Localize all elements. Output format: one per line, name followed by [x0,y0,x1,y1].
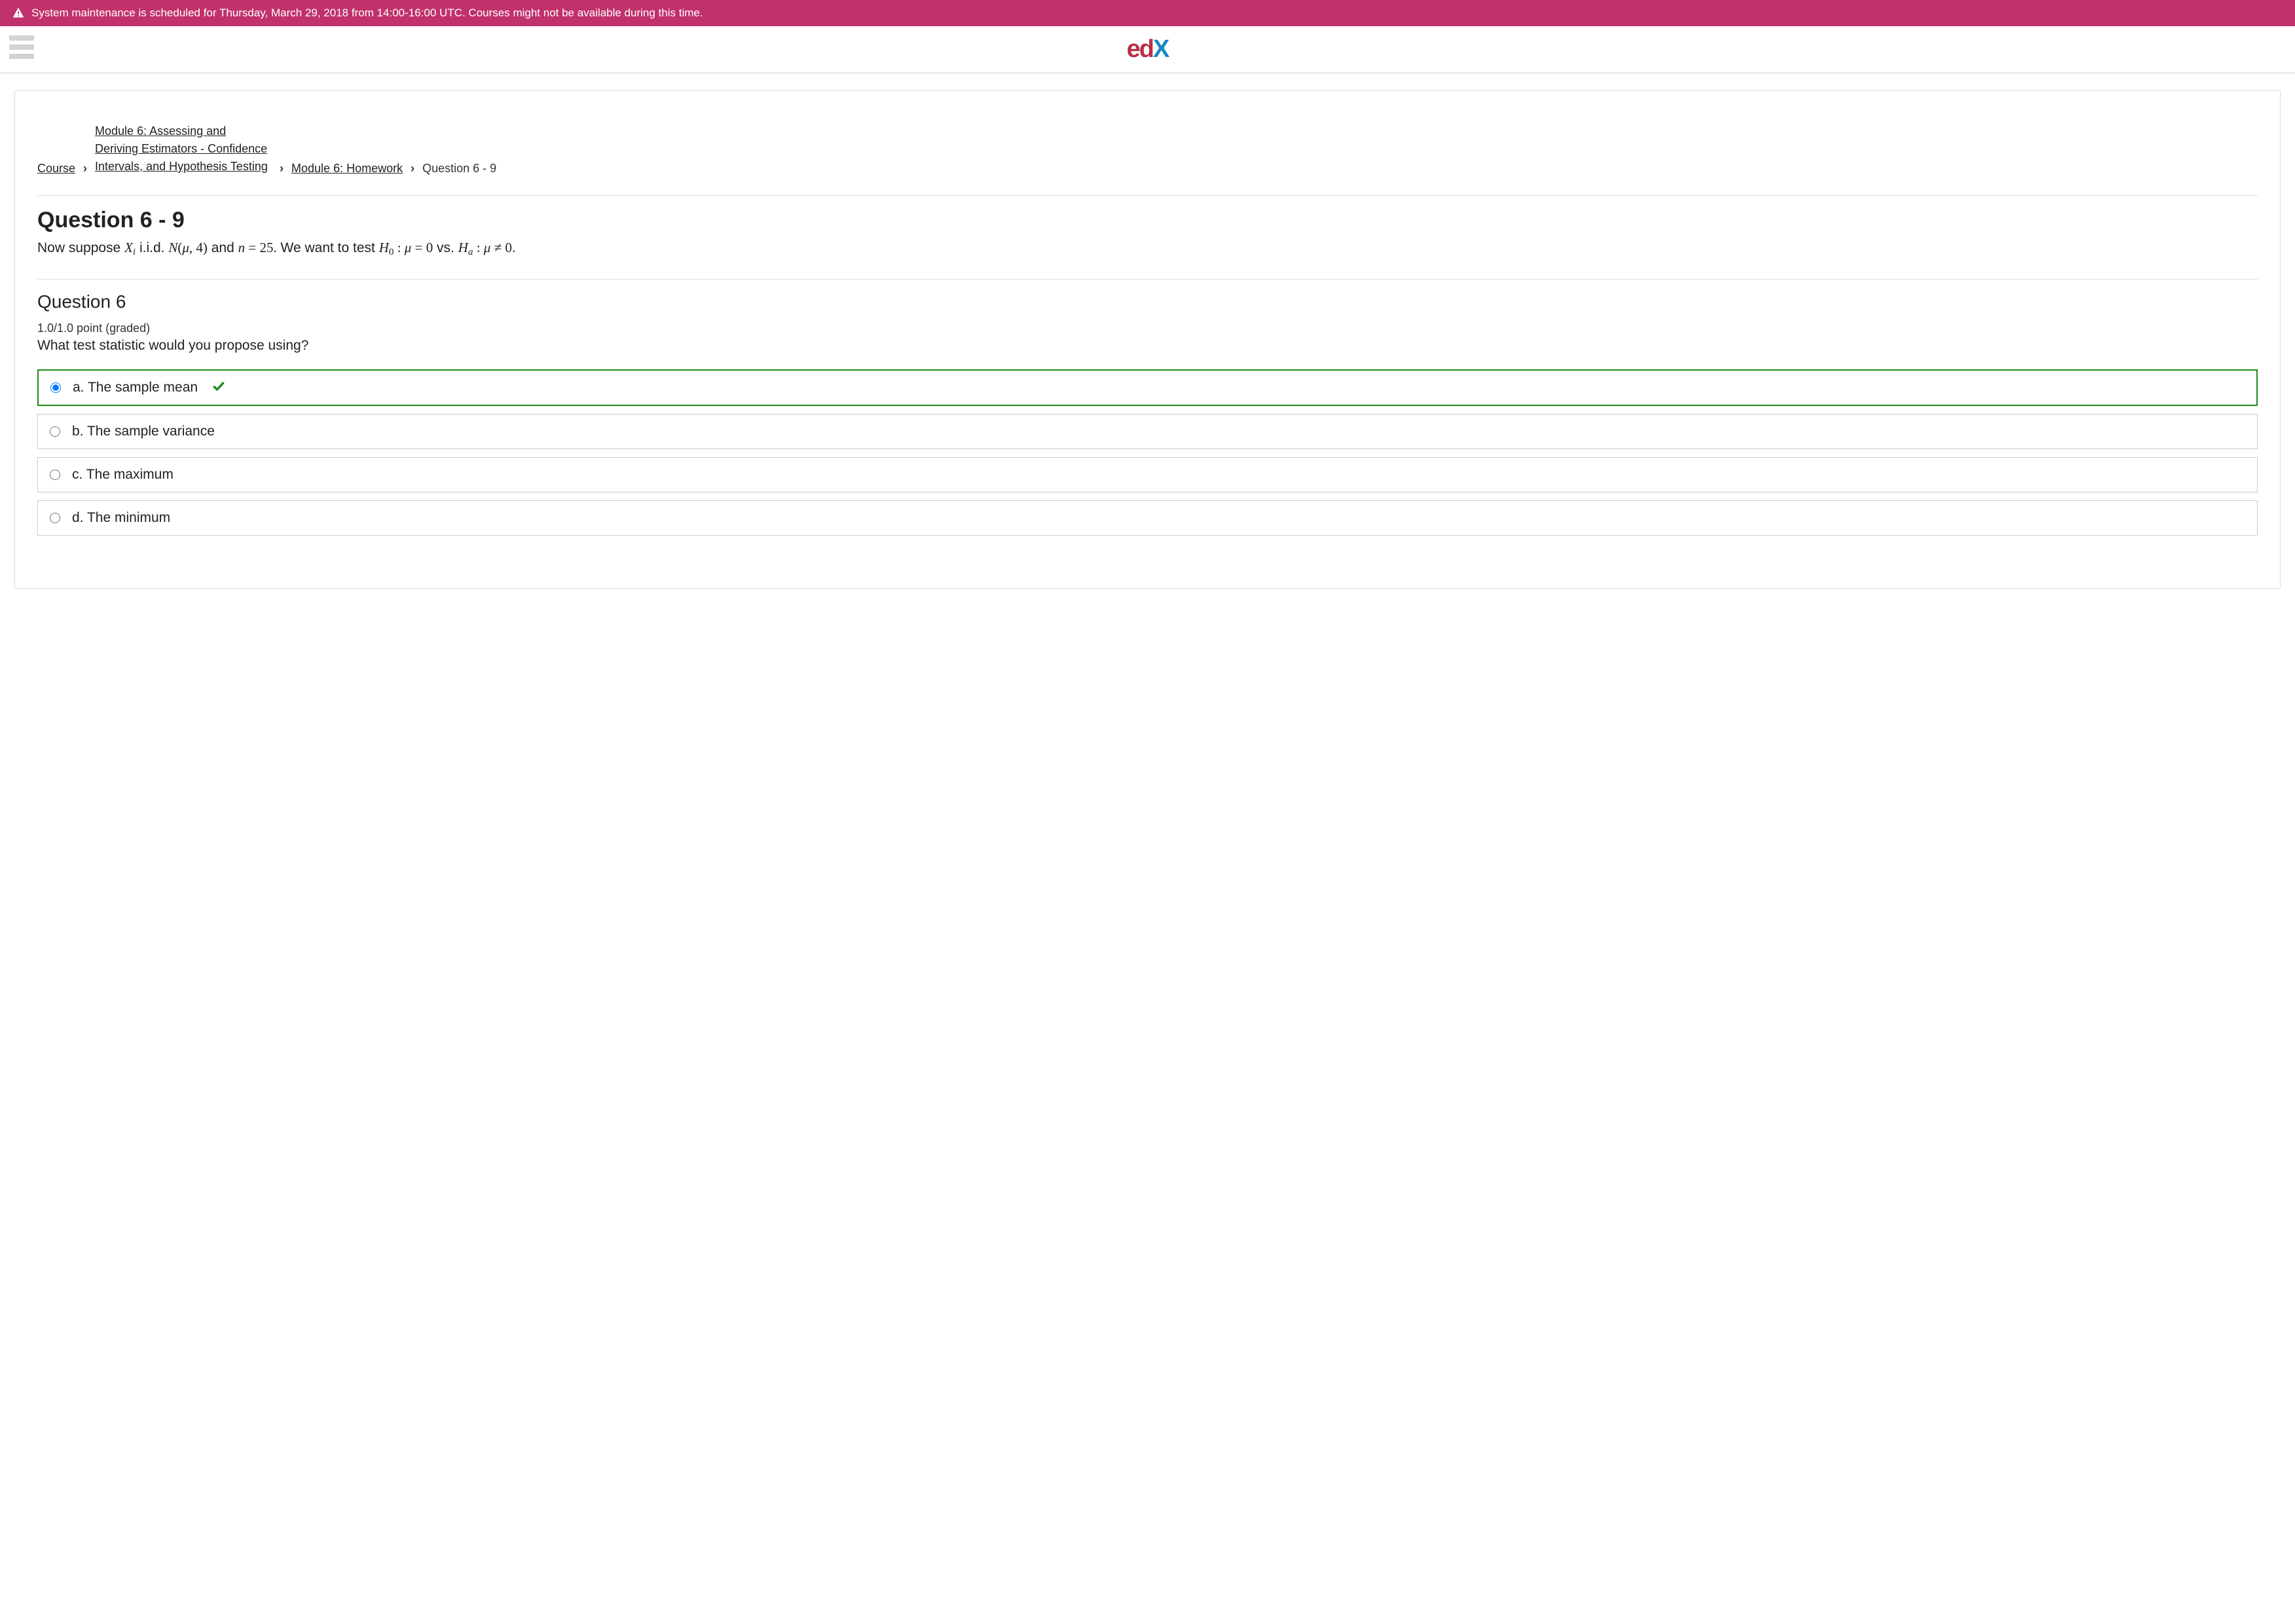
logo-d: d [1139,35,1153,64]
intro-text: . [512,240,516,255]
section-intro: Now suppose Xi i.i.d. N(μ, 4) and n = 25… [37,237,2258,259]
choice-b[interactable]: b. The sample variance [37,414,2258,449]
maintenance-banner: System maintenance is scheduled for Thur… [0,0,2295,26]
choice-d[interactable]: d. The minimum [37,500,2258,536]
divider [37,195,2258,196]
radio-b[interactable] [50,426,60,437]
question-prompt: What test statistic would you propose us… [37,338,2258,354]
choice-label: d. The minimum [72,510,170,526]
logo-e: e [1127,35,1139,64]
breadcrumb-homework[interactable]: Module 6: Homework [291,162,403,175]
intro-text: i.i.d. [139,240,168,255]
edx-logo[interactable]: edX [1127,35,1169,64]
intro-text: Now suppose [37,240,124,255]
radio-c[interactable] [50,470,60,480]
logo-x: X [1153,35,1168,64]
math-n25: n = 25. [238,240,277,255]
chevron-right-icon: › [278,162,285,175]
check-icon [212,380,225,396]
math-ha: Ha : μ ≠ 0 [458,240,512,255]
choice-list: a. The sample mean b. The sample varianc… [37,369,2258,536]
chevron-right-icon: › [409,162,416,175]
radio-d[interactable] [50,513,60,523]
choice-c[interactable]: c. The maximum [37,457,2258,492]
breadcrumb-module[interactable]: Module 6: Assessing and Deriving Estimat… [95,122,272,175]
intro-text: We want to test [281,240,379,255]
grading-text: 1.0/1.0 point (graded) [37,322,2258,335]
breadcrumb: Course › Module 6: Assessing and Derivin… [37,122,2258,175]
question-title: Question 6 [37,291,2258,312]
math-normal: N(μ, 4) [168,240,208,255]
math-xi: Xi [124,240,136,255]
divider [37,279,2258,280]
math-h0: H0 : μ = 0 [379,240,433,255]
choice-label: b. The sample variance [72,424,215,439]
choice-a[interactable]: a. The sample mean [37,369,2258,406]
menu-icon[interactable] [9,35,34,59]
radio-a[interactable] [50,382,61,393]
choice-label: a. The sample mean [73,380,198,396]
content-box: Course › Module 6: Assessing and Derivin… [14,90,2281,589]
breadcrumb-current: Question 6 - 9 [422,162,496,175]
section-title: Question 6 - 9 [37,208,2258,233]
chevron-right-icon: › [82,162,88,175]
intro-text: and [211,240,238,255]
breadcrumb-course[interactable]: Course [37,162,75,175]
banner-text: System maintenance is scheduled for Thur… [31,7,703,20]
warning-icon [12,7,25,20]
header: edX [0,26,2295,73]
choice-label: c. The maximum [72,467,174,483]
intro-text: vs. [437,240,458,255]
